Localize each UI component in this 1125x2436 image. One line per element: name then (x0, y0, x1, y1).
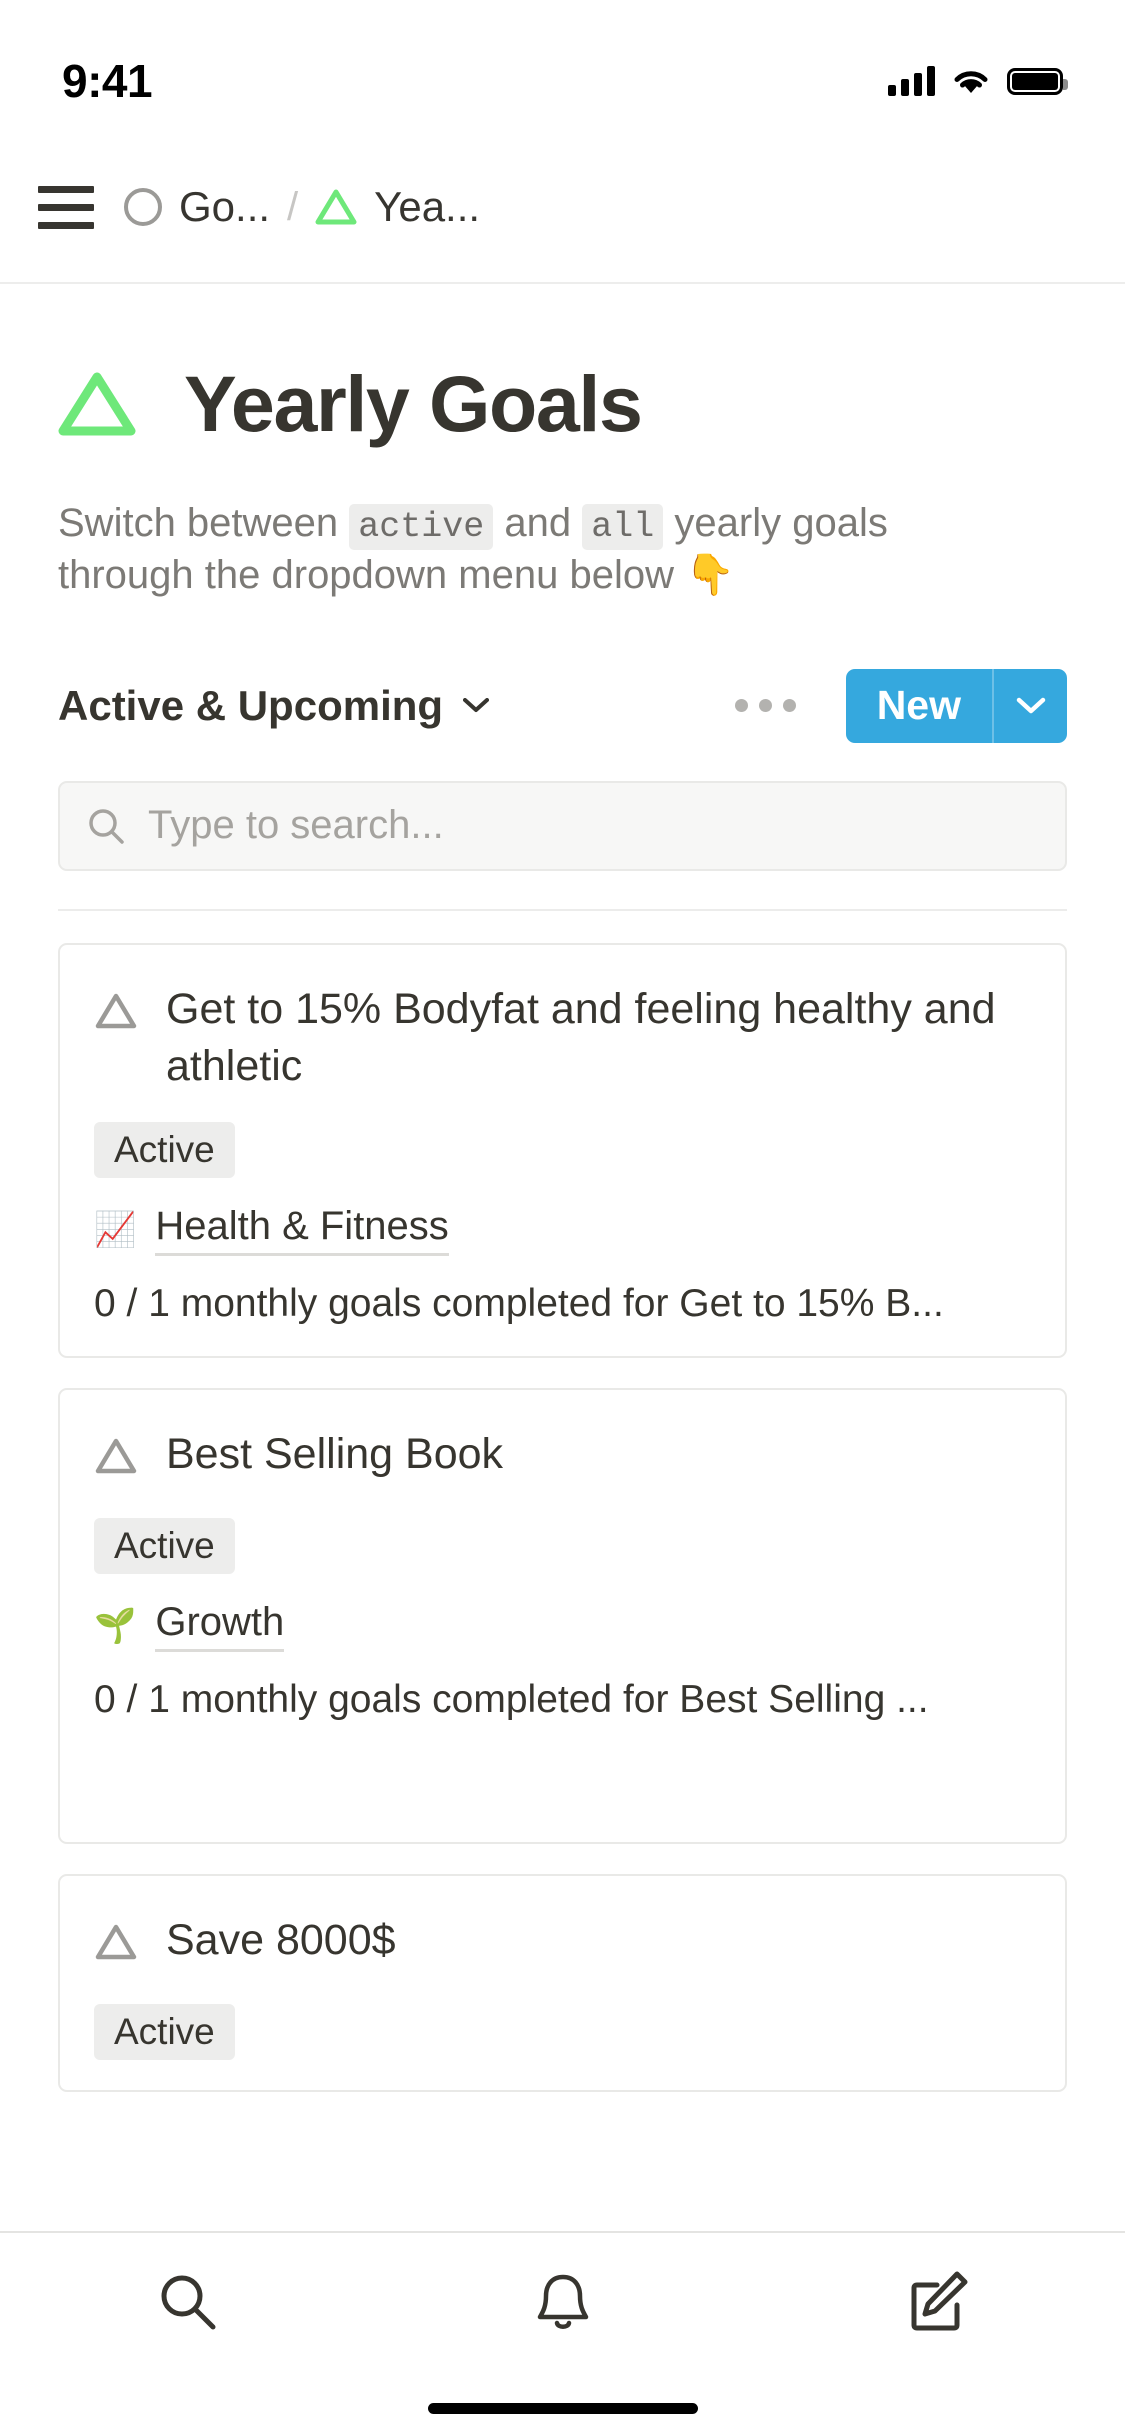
status-time: 9:41 (62, 55, 153, 107)
status-badge: Active (94, 1518, 235, 1575)
circle-icon (124, 188, 162, 226)
view-switcher-label: Active & Upcoming (58, 681, 444, 729)
status-bar: 9:41 (0, 0, 1125, 132)
wifi-icon (954, 71, 988, 93)
view-switcher[interactable]: Active & Upcoming (58, 681, 490, 730)
battery-full-icon (1007, 67, 1068, 95)
goal-card-title-row: Get to 15% Bodyfat and feeling healthy a… (94, 981, 1031, 1095)
toolbar-actions: New (729, 668, 1067, 743)
description-part-1: Switch between (58, 501, 350, 545)
goal-card-title-row: Best Selling Book (94, 1426, 1031, 1490)
status-badge: Active (94, 2003, 235, 2060)
breadcrumb-label-goals: Go... (179, 183, 271, 230)
search-input[interactable] (148, 803, 1039, 849)
breadcrumb-item-goals[interactable]: Go... (124, 183, 270, 231)
ellipsis-icon[interactable] (729, 685, 802, 726)
seedling-emoji-icon: 🌱 (94, 1607, 137, 1646)
bottom-tab-bar (0, 2231, 1125, 2436)
goal-card[interactable]: Save 8000$ Active (58, 1874, 1067, 2092)
compose-icon (911, 2271, 967, 2331)
green-triangle-icon (58, 371, 136, 437)
breadcrumb-label-yearly: Yea... (374, 183, 481, 230)
triangle-outline-icon (94, 1426, 138, 1490)
page-title: Yearly Goals (184, 359, 643, 448)
breadcrumb-separator: / (287, 184, 299, 229)
goal-card-title: Get to 15% Bodyfat and feeling healthy a… (166, 984, 996, 1090)
goal-card-title: Save 8000$ (166, 1916, 396, 1965)
status-icons (888, 66, 1068, 96)
tab-search[interactable] (108, 2271, 268, 2333)
page-content: Yearly Goals Switch between active and a… (0, 284, 1125, 2183)
cellular-bars-icon (888, 66, 935, 96)
relation-link[interactable]: Growth (155, 1600, 285, 1653)
triangle-outline-icon (94, 981, 138, 1045)
pointing-down-emoji-icon: 👇 (685, 552, 735, 597)
chart-increasing-emoji-icon: 📈 (94, 1211, 137, 1250)
description-part-2: and (493, 501, 583, 545)
new-button[interactable]: New (846, 669, 992, 743)
green-triangle-icon (315, 189, 357, 225)
page-header: Yearly Goals (58, 284, 1067, 450)
status-badge: Active (94, 1122, 235, 1179)
breadcrumb-item-yearly[interactable]: Yea... (315, 183, 480, 231)
home-indicator (427, 2403, 698, 2414)
search-icon (161, 2275, 215, 2330)
search-box[interactable] (58, 780, 1067, 871)
chevron-down-icon (1016, 698, 1045, 714)
breadcrumb: Go... / Yea... (124, 183, 480, 231)
relation-link[interactable]: Health & Fitness (155, 1204, 449, 1257)
bell-icon (537, 2274, 588, 2329)
goal-card-relation: 🌱 Growth (94, 1600, 1031, 1653)
goal-card-title: Best Selling Book (166, 1430, 504, 1479)
hamburger-menu-icon[interactable] (38, 185, 94, 229)
new-button-group: New (845, 668, 1067, 743)
tab-notifications[interactable] (483, 2271, 643, 2333)
chevron-down-icon (463, 698, 490, 713)
search-icon (89, 809, 124, 844)
goal-card[interactable]: Best Selling Book Active 🌱 Growth 0 / 1 … (58, 1388, 1067, 1845)
goal-card[interactable]: Get to 15% Bodyfat and feeling healthy a… (58, 942, 1067, 1359)
goal-card-relation: 📈 Health & Fitness (94, 1204, 1031, 1257)
tab-compose[interactable] (858, 2271, 1018, 2333)
page-description: Switch between active and all yearly goa… (58, 498, 1018, 601)
goal-card-list: Get to 15% Bodyfat and feeling healthy a… (58, 942, 1067, 2183)
toolbar-divider (58, 908, 1067, 911)
code-chip-active: active (349, 504, 494, 550)
code-chip-all: all (582, 504, 664, 550)
navbar: Go... / Yea... (0, 132, 1125, 284)
goal-card-title-row: Save 8000$ (94, 1912, 1031, 1976)
goal-card-progress: 0 / 1 monthly goals completed for Best S… (94, 1678, 929, 1722)
new-button-dropdown[interactable] (994, 669, 1067, 743)
triangle-outline-icon (94, 1912, 138, 1976)
database-toolbar: Active & Upcoming New (58, 667, 1067, 745)
goal-card-progress: 0 / 1 monthly goals completed for Get to… (94, 1282, 944, 1326)
